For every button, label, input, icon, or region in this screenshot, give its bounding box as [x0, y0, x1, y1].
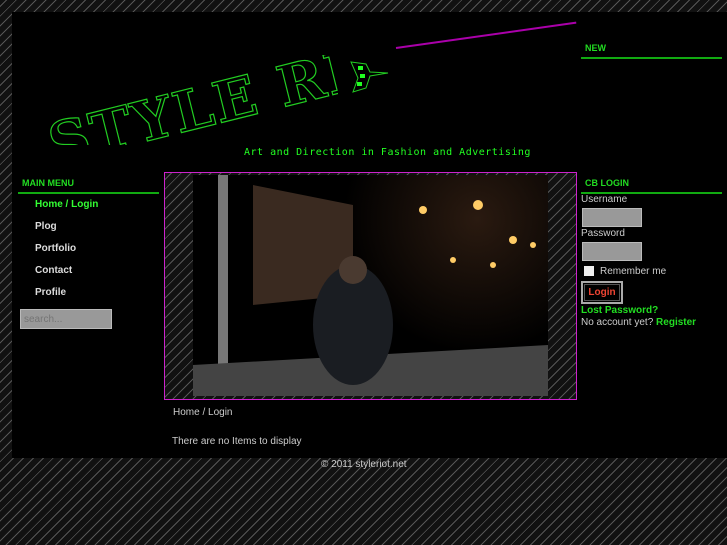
tagline: Art and Direction in Fashion and Adverti…	[244, 147, 531, 158]
username-input[interactable]	[582, 208, 642, 227]
menu-item-profile[interactable]: Profile	[35, 287, 98, 309]
remember-me-checkbox[interactable]	[584, 266, 594, 276]
main-menu: Home / Login Plog Portfolio Contact Prof…	[35, 199, 98, 309]
style-riot-logo: STYLE RIOT	[41, 55, 338, 145]
footer-copyright: © 2011 styleriot.net	[321, 459, 407, 470]
cyclist-photo	[193, 175, 548, 396]
password-label: Password	[581, 228, 625, 239]
menu-item-contact[interactable]: Contact	[35, 265, 98, 287]
password-input[interactable]	[582, 242, 642, 261]
breadcrumb: Home / Login	[173, 407, 233, 418]
new-section-title: NEW	[581, 43, 722, 59]
main-menu-title: MAIN MENU	[18, 178, 159, 194]
menu-item-plog[interactable]: Plog	[35, 221, 98, 243]
cb-login-title: CB LOGIN	[581, 178, 722, 194]
no-account-text: No account yet?	[581, 317, 654, 328]
menu-item-home-login[interactable]: Home / Login	[35, 199, 98, 221]
username-label: Username	[581, 194, 628, 205]
spaceship-icon	[350, 61, 389, 93]
register-link[interactable]: Register	[656, 317, 696, 328]
no-account-row: No account yet? Register	[581, 317, 696, 328]
search-input[interactable]	[20, 309, 112, 329]
svg-text:STYLE RIOT: STYLE RIOT	[42, 55, 338, 145]
header-image-frame	[164, 172, 577, 400]
empty-message: There are no Items to display	[172, 436, 302, 447]
remember-me-label: Remember me	[600, 266, 667, 277]
lost-password-link[interactable]: Lost Password?	[581, 305, 658, 316]
login-button[interactable]: Login	[581, 281, 623, 304]
menu-item-portfolio[interactable]: Portfolio	[35, 243, 98, 265]
